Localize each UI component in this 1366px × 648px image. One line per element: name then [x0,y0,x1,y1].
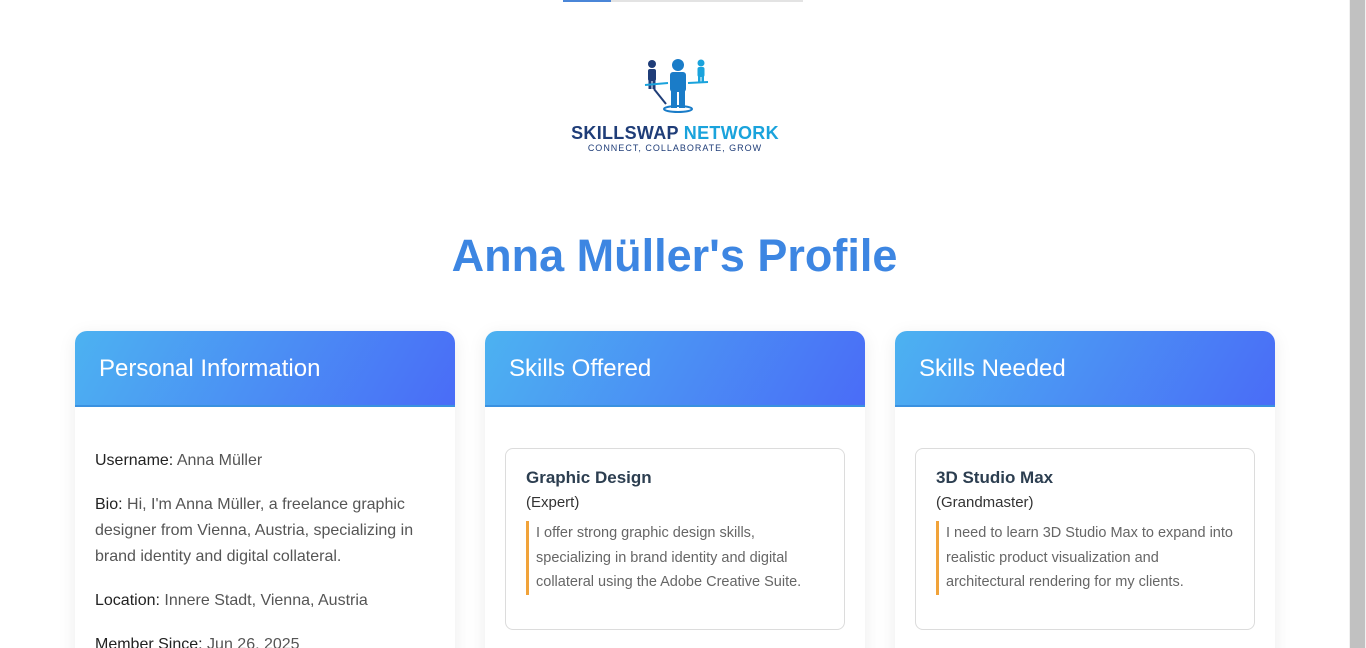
logo-name-part2: NETWORK [683,123,779,143]
location-row: Location: Innere Stadt, Vienna, Austria [95,588,435,614]
member-since-value: Jun 26, 2025 [207,636,300,648]
offered-skill-description: I offer strong graphic design skills, sp… [526,521,824,595]
needed-skill-name: 3D Studio Max [936,468,1054,487]
offered-skill-item: Graphic Design (Expert) I offer strong g… [505,448,845,630]
needed-skill-level: (Grandmaster) [936,494,1034,511]
personal-information-card: Personal Information Username: Anna Müll… [75,331,455,648]
skills-needed-header: Skills Needed [895,331,1275,407]
page-title: Anna Müller's Profile [451,230,898,281]
location-value: Innere Stadt, Vienna, Austria [164,592,368,609]
bio-label: Bio: [95,496,123,513]
bio-value: Hi, I'm Anna Müller, a freelance graphic… [95,496,414,565]
logo-wordmark: SKILLSWAP NETWORK [564,123,786,144]
site-logo[interactable]: SKILLSWAP NETWORK CONNECT, COLLABORATE, … [564,56,786,156]
username-row: Username: Anna Müller [95,448,435,474]
page-progress-fill [563,0,611,2]
member-since-row: Member Since: Jun 26, 2025 [95,632,435,648]
username-value: Anna Müller [176,452,263,469]
needed-skill-item: 3D Studio Max (Grandmaster) I need to le… [915,448,1255,630]
offered-skill-name: Graphic Design [526,468,652,487]
logo-tagline: CONNECT, COLLABORATE, GROW [587,143,763,153]
vertical-scrollbar[interactable] [1349,0,1366,648]
scrollbar-thumb[interactable] [1350,0,1365,648]
member-since-label: Member Since: [95,636,203,648]
page-progress-bar [563,0,803,2]
username-label: Username: [95,452,174,469]
skills-needed-card: Skills Needed 3D Studio Max (Grandmaster… [895,331,1275,648]
needed-skill-description: I need to learn 3D Studio Max to expand … [936,521,1234,595]
location-label: Location: [95,592,160,609]
bio-row: Bio: Hi, I'm Anna Müller, a freelance gr… [95,492,435,570]
logo-name-part1: SKILLSWAP [571,123,679,143]
skills-offered-card: Skills Offered Graphic Design (Expert) I… [485,331,865,648]
offered-skill-level: (Expert) [526,494,580,511]
personal-information-header: Personal Information [75,331,455,407]
people-network-icon [644,59,709,113]
skills-offered-header: Skills Offered [485,331,865,407]
